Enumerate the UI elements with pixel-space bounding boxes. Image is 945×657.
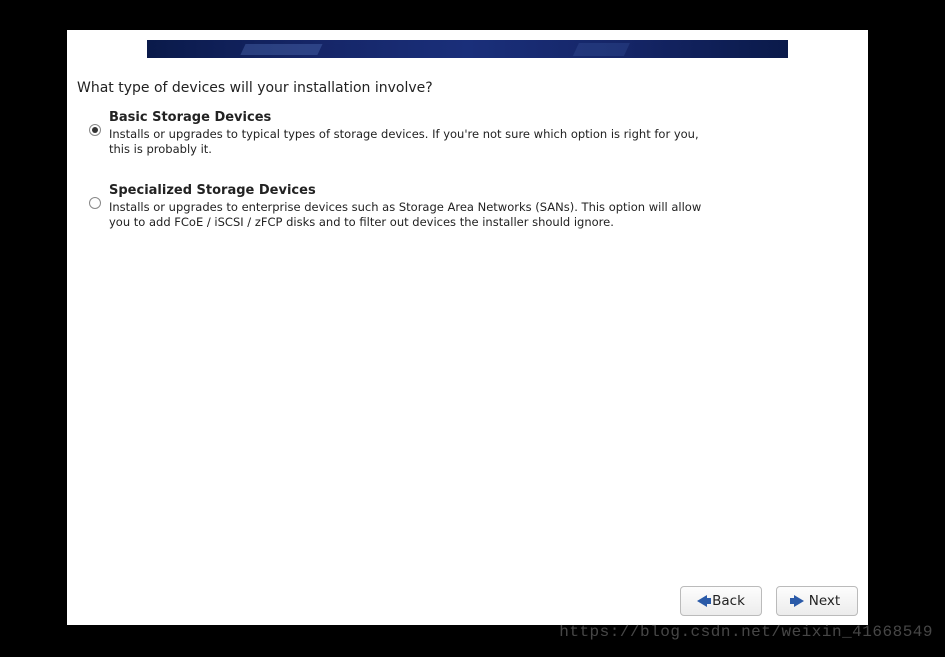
radio-specialized-storage[interactable]	[89, 197, 101, 209]
next-button[interactable]: Next	[776, 586, 858, 616]
option-desc: Installs or upgrades to enterprise devic…	[109, 200, 715, 230]
option-text: Specialized Storage Devices Installs or …	[105, 183, 715, 230]
arrow-left-icon	[697, 595, 707, 607]
option-specialized-storage[interactable]: Specialized Storage Devices Installs or …	[85, 183, 858, 230]
back-button[interactable]: Back	[680, 586, 762, 616]
option-text: Basic Storage Devices Installs or upgrad…	[105, 110, 715, 157]
option-title: Specialized Storage Devices	[109, 183, 715, 198]
option-desc: Installs or upgrades to typical types of…	[109, 127, 715, 157]
header-banner	[147, 40, 788, 58]
back-label: Back	[712, 593, 745, 609]
next-label: Next	[809, 593, 840, 609]
content-area: What type of devices will your installat…	[67, 58, 868, 577]
footer-bar: Back Next	[67, 577, 868, 625]
radio-wrap	[85, 183, 105, 209]
radio-wrap	[85, 110, 105, 136]
option-basic-storage[interactable]: Basic Storage Devices Installs or upgrad…	[85, 110, 858, 157]
option-title: Basic Storage Devices	[109, 110, 715, 125]
radio-basic-storage[interactable]	[89, 124, 101, 136]
question-text: What type of devices will your installat…	[77, 80, 858, 96]
installer-window: What type of devices will your installat…	[67, 30, 868, 625]
options-group: Basic Storage Devices Installs or upgrad…	[77, 110, 858, 230]
arrow-right-icon	[794, 595, 804, 607]
watermark-text: https://blog.csdn.net/weixin_41668549	[559, 623, 933, 641]
